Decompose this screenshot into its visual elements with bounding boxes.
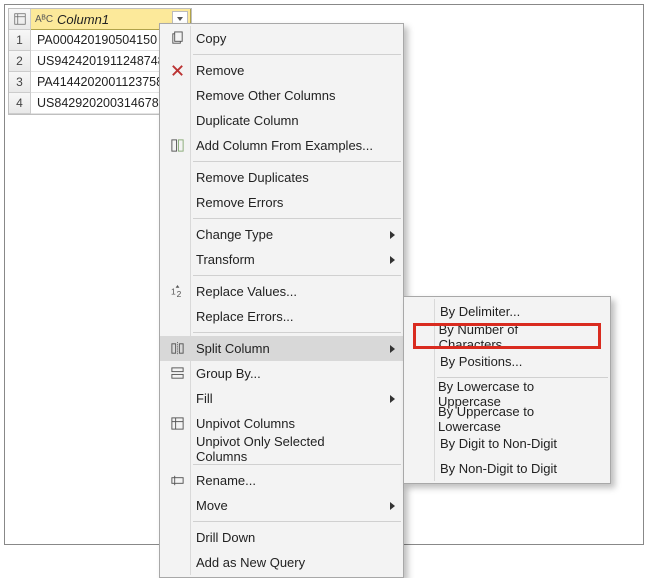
add-column-icon <box>166 138 188 153</box>
menu-item-replace-values[interactable]: 12Replace Values... <box>160 279 403 304</box>
rename-icon <box>166 473 188 488</box>
menu-item-remove[interactable]: Remove <box>160 58 403 83</box>
group-icon <box>166 366 188 381</box>
menu-item-change-type[interactable]: Change Type <box>160 222 403 247</box>
menu-item-replace-errors[interactable]: Replace Errors... <box>160 304 403 329</box>
menu-item-add-from-examples[interactable]: Add Column From Examples... <box>160 133 403 158</box>
row-index[interactable]: 2 <box>9 51 31 72</box>
menu-item-by-delimiter[interactable]: By Delimiter... <box>404 299 610 324</box>
chevron-right-icon <box>390 256 395 264</box>
menu-item-group-by[interactable]: Group By... <box>160 361 403 386</box>
menu-item-fill[interactable]: Fill <box>160 386 403 411</box>
submenu-split-column: By Delimiter... By Number of Characters.… <box>403 296 611 484</box>
remove-icon <box>166 63 188 78</box>
row-index[interactable]: 4 <box>9 93 31 114</box>
menu-item-remove-errors[interactable]: Remove Errors <box>160 190 403 215</box>
split-icon <box>166 341 188 356</box>
column-name: Column1 <box>57 12 109 27</box>
svg-text:2: 2 <box>176 289 181 299</box>
menu-item-remove-duplicates[interactable]: Remove Duplicates <box>160 165 403 190</box>
menu-item-remove-other[interactable]: Remove Other Columns <box>160 83 403 108</box>
menu-item-unpivot[interactable]: Unpivot Columns <box>160 411 403 436</box>
chevron-right-icon <box>390 231 395 239</box>
chevron-right-icon <box>390 395 395 403</box>
chevron-right-icon <box>390 502 395 510</box>
column-type-badge: AᴮC <box>35 14 53 25</box>
menu-item-digit-to-non[interactable]: By Digit to Non-Digit <box>404 431 610 456</box>
menu-item-split-column[interactable]: Split Column <box>160 336 403 361</box>
menu-item-unpivot-selected[interactable]: Unpivot Only Selected Columns <box>160 436 403 461</box>
menu-item-add-as-query[interactable]: Add as New Query <box>160 550 403 575</box>
app-frame: AᴮC Column1 1PA000420190504150 2US942420… <box>4 4 644 545</box>
menu-item-by-num-chars[interactable]: By Number of Characters... <box>404 324 610 349</box>
menu-item-lower-to-upper[interactable]: By Lowercase to Uppercase <box>404 381 610 406</box>
menu-item-upper-to-lower[interactable]: By Uppercase to Lowercase <box>404 406 610 431</box>
menu-item-move[interactable]: Move <box>160 493 403 518</box>
menu-item-non-to-digit[interactable]: By Non-Digit to Digit <box>404 456 610 481</box>
chevron-right-icon <box>390 345 395 353</box>
unpivot-icon <box>166 416 188 431</box>
menu-item-copy[interactable]: Copy <box>160 26 403 51</box>
replace-icon: 12 <box>166 284 188 299</box>
menu-item-rename[interactable]: Rename... <box>160 468 403 493</box>
row-index[interactable]: 1 <box>9 30 31 51</box>
copy-icon <box>166 31 188 46</box>
menu-item-by-positions[interactable]: By Positions... <box>404 349 610 374</box>
row-index[interactable]: 3 <box>9 72 31 93</box>
table-corner-icon[interactable] <box>9 9 31 30</box>
menu-item-transform[interactable]: Transform <box>160 247 403 272</box>
menu-item-drill-down[interactable]: Drill Down <box>160 525 403 550</box>
context-menu-column: Copy Remove Remove Other Columns Duplica… <box>159 23 404 578</box>
svg-text:1: 1 <box>170 286 175 296</box>
menu-item-duplicate-column[interactable]: Duplicate Column <box>160 108 403 133</box>
